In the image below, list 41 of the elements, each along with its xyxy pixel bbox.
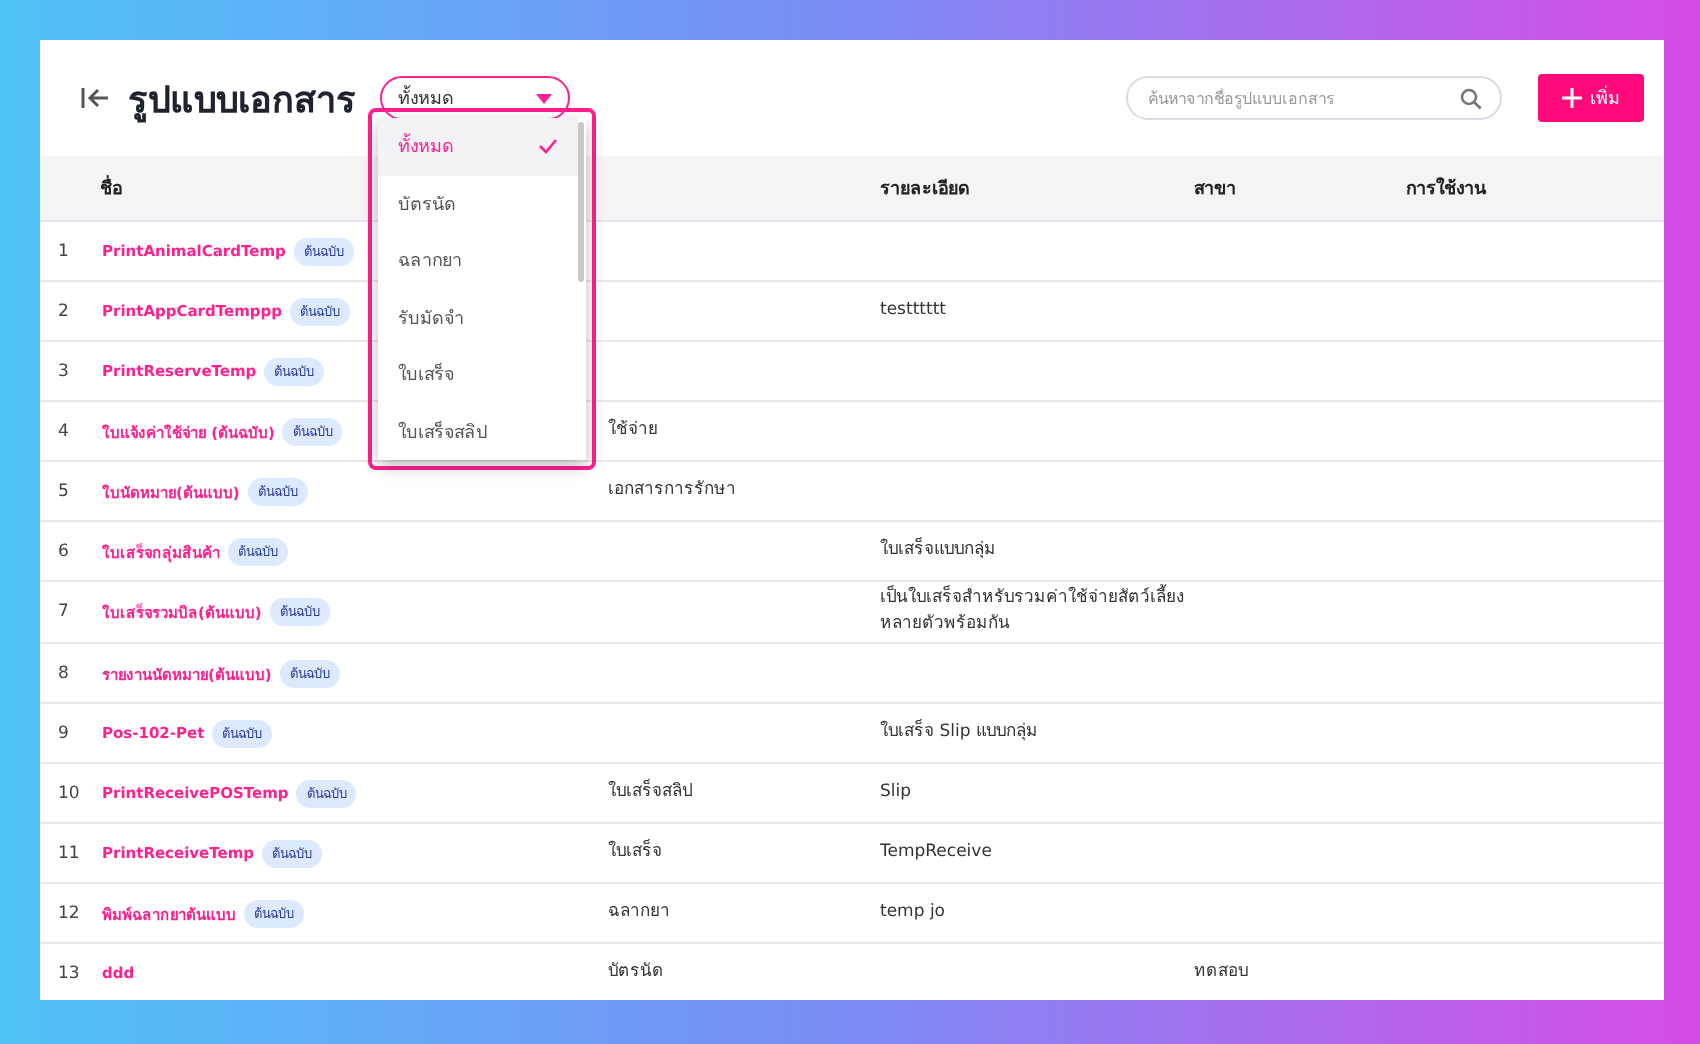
row-number: 9: [56, 723, 71, 744]
row-number: 1: [56, 241, 71, 261]
page-title: รูปแบบเอกสาร: [128, 77, 356, 127]
table-cell-text: เป็นใบเสร็จสำหรับรวมค่าใช้จ่ายสัตว์เลี้ยงหลายตัวพร้อมกัน: [880, 582, 1186, 639]
table-cell-text: บัตรนัด: [608, 960, 666, 987]
column-header: การใช้งาน: [1406, 175, 1488, 202]
row-number: 6: [56, 541, 71, 561]
row-number: 2: [56, 301, 71, 321]
search-icon: [1460, 87, 1482, 109]
table-cell-text: เอกสารการรักษา: [608, 477, 738, 504]
dropdown-option[interactable]: ใบเสร็จสลิป: [378, 403, 578, 460]
table-cell-text: Slip: [880, 780, 914, 807]
column-header: สาขา: [1194, 178, 1238, 202]
check-icon: [538, 138, 558, 155]
row-number: 5: [56, 481, 71, 501]
scrollbar-thumb[interactable]: [578, 122, 584, 282]
add-button[interactable]: เพิ่ม: [1538, 74, 1644, 122]
table-cell-text: temp jo: [880, 900, 948, 927]
row-number: 13: [56, 963, 82, 984]
search-field[interactable]: ค้นหาจากชื่อรูปแบบเอกสาร: [1126, 76, 1502, 120]
dropdown-option[interactable]: ทั้งหมด: [378, 118, 578, 175]
row-number: 3: [56, 361, 71, 381]
row-number: 7: [56, 602, 71, 623]
row-number: 8: [56, 663, 71, 684]
row-number: 4: [56, 421, 71, 441]
collapse-icon[interactable]: [80, 84, 112, 112]
table-cell-text: ทดสอบ: [1194, 960, 1250, 987]
table-cell-text: testttttt: [880, 297, 948, 324]
table-cell-text: ฉลากยา: [608, 900, 672, 927]
plus-icon: [1562, 88, 1582, 108]
row-number: 11: [56, 843, 82, 864]
table-cell-text: TempReceive: [880, 840, 994, 867]
table-cell-text: ใบเสร็จแบบกลุ่ม: [880, 535, 998, 564]
table-cell-text: ใบเสร็จ: [608, 837, 664, 867]
row-number: 12: [56, 903, 82, 924]
table-cell-text: ใช้จ่าย: [608, 416, 660, 444]
row-number: 10: [56, 783, 82, 804]
caret-icon: [536, 93, 552, 103]
table-cell-text: ใบเสร็จสลิป: [608, 777, 694, 807]
table-cell-text: ใบเสร็จ Slip แบบกลุ่ม: [880, 717, 1040, 747]
column-header: รายละเอียด: [880, 176, 972, 202]
